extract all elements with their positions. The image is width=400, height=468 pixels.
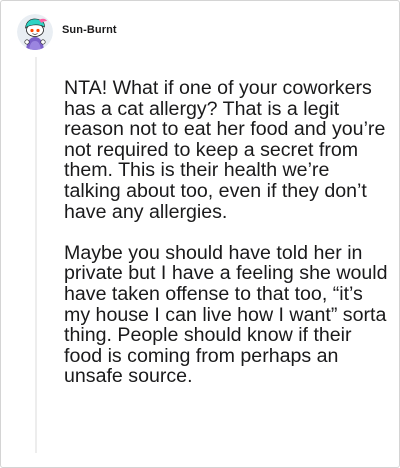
comment-body: NTA! What if one of your coworkers has a… — [64, 78, 390, 387]
comment-paragraph: Maybe you should have told her in privat… — [64, 241, 388, 388]
username[interactable]: Sun-Burnt — [62, 24, 117, 36]
comment-header: Sun-Burnt — [17, 14, 117, 50]
comment-paragraph: NTA! What if one of your coworkers has a… — [64, 77, 386, 223]
thread-line[interactable] — [35, 57, 37, 453]
comment-card: Sun-Burnt NTA! What if one of your cowor… — [0, 0, 400, 468]
snoo-avatar-icon[interactable] — [17, 14, 53, 50]
